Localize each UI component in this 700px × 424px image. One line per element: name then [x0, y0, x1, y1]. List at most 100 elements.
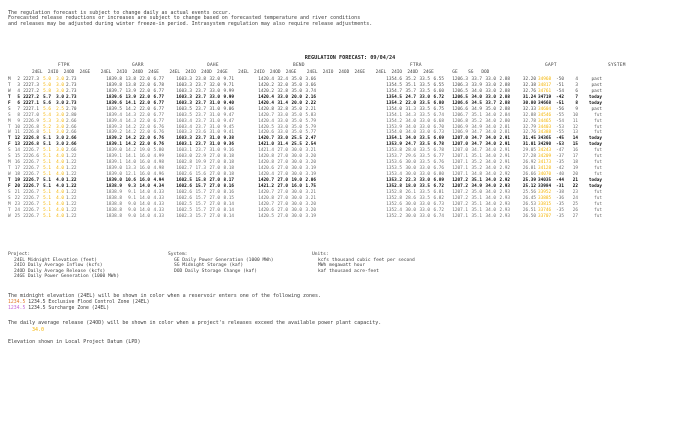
table-cell: 5.6	[43, 100, 51, 106]
table-cell: 3.21	[305, 189, 316, 195]
table-cell: 34.0	[405, 124, 416, 130]
table-cell: 31.0	[209, 106, 220, 112]
table-cell: 23.7	[195, 142, 206, 148]
table-cell: 3.74	[305, 88, 316, 94]
table-cell: 27.0	[277, 172, 288, 177]
table-cell: 6.68	[433, 118, 444, 124]
table-cell: 6.55	[433, 82, 444, 88]
table-cell: 14.0	[139, 213, 150, 219]
table-cell: 4.33	[153, 213, 164, 219]
table-cell: 34173	[538, 160, 552, 166]
table-cell: 26	[572, 207, 578, 213]
table-cell: 1207.1	[452, 207, 468, 213]
table-cell: 1838.8	[106, 195, 122, 201]
table-cell: 18.0	[405, 183, 416, 189]
table-cell: 33.5	[419, 88, 430, 94]
table-cell: 9.0	[128, 213, 136, 219]
table-cell: 6.72	[433, 207, 444, 213]
table-cell: 1603.3	[176, 88, 192, 94]
table-cell: 34.0	[485, 207, 496, 213]
table-cell: 19.0	[291, 177, 302, 183]
table-cell: today	[588, 136, 602, 142]
table-cell: 4.33	[153, 207, 164, 213]
table-cell: 35.2	[405, 77, 416, 82]
table-cell: 1602.7	[176, 166, 192, 172]
table-cell: 2226.6	[23, 154, 39, 160]
table-cell: 23	[572, 189, 578, 195]
table-cell: 4.0	[56, 160, 64, 166]
table-cell: 1353.6	[386, 160, 402, 166]
table-cell: 1207.1	[452, 213, 468, 219]
table-cell: 2226.7	[23, 160, 39, 166]
table-cell: 28.6	[405, 195, 416, 201]
table-cell: -35	[556, 213, 564, 219]
table-cell: 27.0	[209, 154, 220, 160]
table-cell: 33.0	[485, 77, 496, 82]
table-cell: 16.0	[139, 172, 150, 177]
table-cell: 25.5	[291, 136, 302, 142]
table-cell: 2.73	[66, 77, 77, 82]
table-cell: 6.76	[433, 166, 444, 172]
table-cell: 22.0	[139, 94, 150, 100]
table-cell: fut	[594, 130, 602, 136]
table-cell: 2.93	[499, 189, 510, 195]
table-cell: 31.45	[522, 136, 536, 142]
table-cell: 1839.2	[106, 136, 122, 142]
table-cell: 1207.1	[452, 172, 468, 177]
table-cell: 33746	[538, 207, 552, 213]
table-cell: 8.18	[223, 166, 234, 172]
table-cell: 9.16	[223, 148, 234, 154]
table-cell: 1838.8	[106, 201, 122, 207]
table-cell: 34.0	[485, 124, 496, 130]
table-cell: 3.0	[56, 130, 64, 136]
table-cell: 8.16	[223, 183, 234, 189]
table-cell: 23.7	[195, 124, 206, 130]
table-cell: 6.78	[433, 148, 444, 154]
table-cell: 4.0	[56, 172, 64, 177]
table-cell: 23.7	[195, 106, 206, 112]
table-cell: 26.81	[522, 166, 536, 172]
table-cell: 27.0	[277, 166, 288, 172]
table-cell: 33.0	[419, 172, 430, 177]
table-cell: 1353.9	[386, 124, 402, 130]
table-cell: 33.0	[485, 82, 496, 88]
table-cell: 3.19	[305, 213, 316, 219]
table-cell: 6.77	[153, 118, 164, 124]
table-cell: 27.0	[209, 166, 220, 172]
table-cell: 2226.8	[23, 142, 39, 148]
table-cell: 1.22	[66, 195, 77, 201]
legend-project: Project: 24EL Midnight Elevation (feet) 24…	[8, 252, 119, 280]
table-cell: 34.0	[485, 112, 496, 118]
table-cell: 26.1	[405, 189, 416, 195]
table-cell: 30.0	[291, 160, 302, 166]
table-cell: 1420.4	[258, 100, 274, 106]
table-cell: 23.8	[195, 77, 206, 82]
table-cell: 34209	[538, 154, 552, 160]
table-cell: 23.7	[195, 148, 206, 154]
table-cell: 5.1	[43, 189, 51, 195]
table-cell: -51	[556, 82, 564, 88]
table-cell: fut	[594, 154, 602, 160]
table-cell: 34290	[538, 142, 552, 148]
table-cell: today	[588, 100, 602, 106]
table-cell: 27.0	[209, 207, 220, 213]
table-cell: 6.77	[153, 94, 164, 100]
table-cell: 35.1	[471, 207, 482, 213]
notice-line: and releases may be adjusted during wint…	[8, 20, 373, 27]
table-cell: -40	[556, 172, 564, 177]
table-cell: 5.1	[43, 148, 51, 154]
table-cell: 4.99	[153, 154, 164, 160]
table-cell: -50	[556, 77, 564, 82]
table-cell: 2.88	[499, 94, 510, 100]
table-cell: 15.7	[195, 189, 206, 195]
table-cell: 1.75	[305, 183, 316, 189]
table-cell: 22.0	[139, 82, 150, 88]
table-cell: 2.88	[499, 88, 510, 94]
table-cell: 5.1	[43, 154, 51, 160]
table-cell: 1602.6	[176, 189, 192, 195]
table-cell: 14	[572, 136, 578, 142]
table-cell: 32.0	[209, 77, 220, 82]
table-cell: 27.0	[277, 201, 288, 207]
table-cell: 12	[572, 124, 578, 130]
table-cell: 13.9	[125, 94, 136, 100]
